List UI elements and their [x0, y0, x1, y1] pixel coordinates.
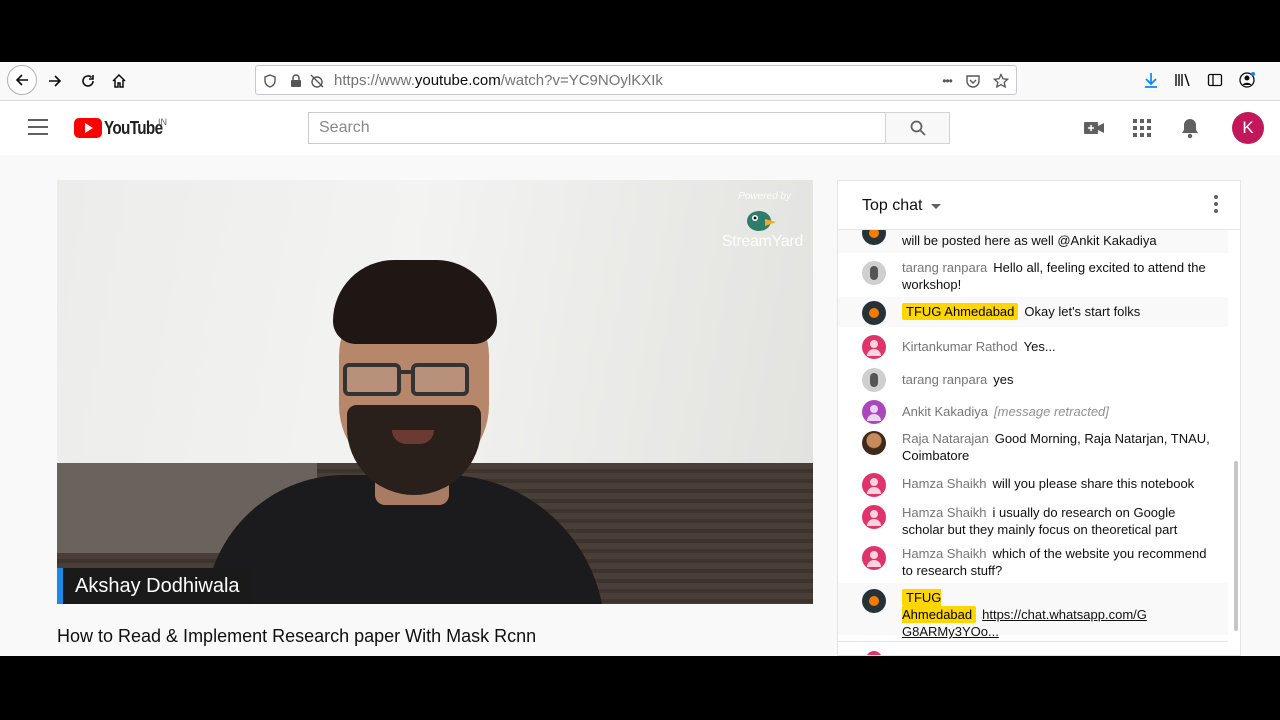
url-text: https://www.youtube.com/watch?v=YC9NOylK…: [334, 72, 663, 89]
chat-message: will be posted here as well @Ankit Kakad…: [838, 221, 1228, 253]
speaker-hair: [333, 260, 497, 344]
message-author[interactable]: Hamza Shaikh: [902, 505, 987, 520]
reload-button[interactable]: [73, 66, 103, 96]
chat-header: Top chat: [838, 181, 1240, 230]
user-avatar-icon: [862, 431, 886, 455]
more-options-icon[interactable]: [1214, 195, 1218, 215]
message-author[interactable]: Hamza Shaikh: [902, 546, 987, 561]
chat-message: Ankit Kakadiya [message retracted]: [838, 396, 1228, 426]
streamyard-brand: StreamYard: [721, 233, 803, 250]
glasses-bridge: [397, 370, 415, 374]
message-author[interactable]: tarang ranpara: [902, 372, 987, 387]
chat-message: TFUG Ahmedabad Okay let's start folks: [838, 297, 1228, 327]
search-input[interactable]: [309, 113, 885, 143]
url-path: /watch?v=YC9NOylKXIk: [500, 72, 663, 89]
bookmark-star-icon[interactable]: [992, 72, 1010, 90]
user-avatar-icon: [862, 261, 886, 285]
user-avatar-icon: [862, 546, 886, 570]
live-chat-panel: Top chat will be posted here as well @An…: [837, 180, 1241, 656]
chat-message: Kirtankumar Rathod Yes...: [838, 331, 1228, 361]
message-author[interactable]: tarang ranpara: [902, 260, 987, 275]
user-avatar-icon: [862, 505, 886, 529]
arrow-right-icon: [49, 75, 62, 87]
message-text: Okay let's start folks: [1024, 304, 1141, 319]
streamyard-powered-by: Powered by: [738, 191, 791, 202]
search-icon: [910, 120, 926, 136]
lock-icon[interactable]: [287, 72, 305, 90]
chat-mode-dropdown[interactable]: Top chat: [862, 197, 922, 215]
pocket-icon[interactable]: [964, 72, 982, 90]
user-avatar-icon: [862, 473, 886, 497]
owner-avatar-icon: [862, 589, 886, 613]
message-author[interactable]: Ankit Kakadiya: [902, 404, 988, 419]
download-icon[interactable]: [1139, 68, 1163, 92]
arrow-left-icon: [15, 74, 28, 86]
letterbox-top: [0, 0, 1280, 62]
reload-icon: [82, 75, 94, 87]
message-text: Yes...: [1023, 339, 1056, 354]
letterbox-bottom: [0, 656, 1280, 720]
menu-icon[interactable]: [28, 119, 48, 140]
logo-text: YouTube: [104, 117, 163, 138]
home-button[interactable]: [104, 66, 134, 96]
chat-message: TFUG Ahmedabad https://chat.whatsapp.com/…: [838, 583, 1228, 639]
home-icon: [112, 73, 126, 88]
owner-author-badge[interactable]: TFUG Ahmedabad: [902, 303, 1019, 320]
video-title: How to Read & Implement Research paper W…: [57, 626, 537, 646]
speaker-name-banner: Akshay Dodhiwala: [57, 568, 252, 604]
chat-message: Hamza Shaikh i usually do research on Goo…: [838, 501, 1228, 541]
screen: https://www.youtube.com/watch?v=YC9NOylK…: [0, 62, 1280, 656]
video-player[interactable]: Powered by StreamYard Akshay Dodhiwala: [57, 180, 813, 604]
browser-toolbar: https://www.youtube.com/watch?v=YC9NOylK…: [0, 62, 1280, 101]
message-author[interactable]: Raja Natarajan: [902, 431, 989, 446]
speaker-name: Akshay Dodhiwala: [75, 574, 240, 597]
owner-author-badge[interactable]: TFUG Ahmedabad: [902, 589, 977, 623]
search-button[interactable]: [885, 112, 950, 144]
chat-message: tarang ranpara yes: [838, 364, 1228, 394]
sidebar-icon[interactable]: [1203, 68, 1227, 92]
user-avatar-icon: [862, 400, 886, 424]
message-author[interactable]: Kirtankumar Rathod: [902, 339, 1018, 354]
shield-icon[interactable]: [261, 72, 279, 90]
chat-message: Raja Natarajan Good Morning, Raja Natarja…: [838, 427, 1228, 467]
create-video-icon[interactable]: [1081, 115, 1107, 141]
search-box: [308, 112, 886, 144]
message-author[interactable]: Hamza Shaikh: [902, 476, 987, 491]
chat-scrollbar[interactable]: [1234, 461, 1238, 631]
glasses-right-lens: [411, 363, 469, 396]
url-bar[interactable]: https://www.youtube.com/watch?v=YC9NOylK…: [255, 65, 1017, 95]
library-icon[interactable]: [1171, 68, 1195, 92]
caret-down-icon[interactable]: [931, 204, 941, 209]
youtube-header: YouTube IN K: [0, 101, 1280, 155]
streamyard-mascot-icon: [747, 211, 776, 231]
message-text: will be posted here as well @Ankit Kakad…: [902, 233, 1157, 248]
apps-grid-icon[interactable]: [1129, 115, 1155, 141]
user-avatar-icon: [862, 368, 886, 392]
account-icon[interactable]: [1235, 68, 1259, 92]
message-text: will you please share this notebook: [992, 476, 1195, 491]
glasses-left-lens: [343, 363, 401, 396]
forward-button[interactable]: [40, 66, 70, 96]
owner-avatar-icon: [862, 301, 886, 325]
chat-message: Hamza Shaikh will you please share this n…: [838, 471, 1228, 501]
chat-message: Hamza Shaikh which of the website you rec…: [838, 543, 1228, 583]
message-text: yes: [993, 372, 1014, 387]
chat-message: tarang ranpara Hello all, feeling excited…: [838, 257, 1228, 297]
url-domain: youtube.com: [414, 72, 501, 89]
user-avatar-icon: [862, 335, 886, 359]
country-code: IN: [158, 117, 167, 127]
url-prefix: https://www.: [334, 72, 415, 89]
chat-divider: [838, 641, 1228, 642]
play-logo-icon: [74, 118, 102, 138]
page-actions-icon[interactable]: •••: [936, 72, 958, 90]
notifications-bell-icon[interactable]: [1177, 115, 1203, 141]
account-avatar[interactable]: K: [1232, 112, 1264, 144]
message-text: [message retracted]: [994, 404, 1109, 419]
autoplay-blocked-icon[interactable]: [308, 72, 326, 90]
back-button[interactable]: [7, 65, 37, 95]
